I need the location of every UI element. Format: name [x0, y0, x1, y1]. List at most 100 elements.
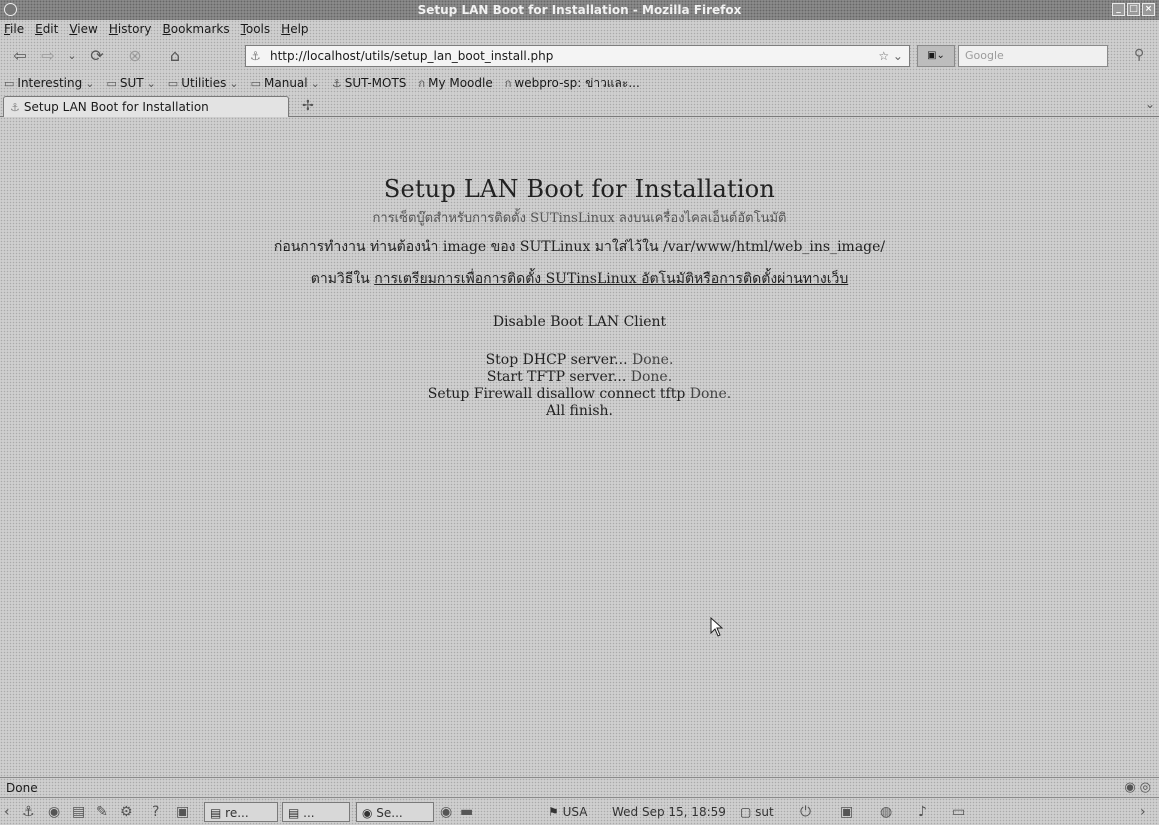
url-bar[interactable]: ⚓ http://localhost/utils/setup_lan_boot_…	[245, 45, 910, 67]
history-dropdown-icon[interactable]: ⌄	[62, 46, 82, 66]
taskbar-scroll-left-icon[interactable]: ‹	[4, 802, 10, 822]
maximize-button[interactable]: □	[1127, 3, 1140, 16]
keyboard-layout[interactable]: ⚑ USA	[548, 802, 587, 822]
bookmark-my-moodle[interactable]: ก My Moodle	[418, 74, 492, 92]
menu-bookmarks[interactable]: Bookmarks	[163, 22, 230, 36]
editor-icon[interactable]: ✎	[96, 802, 108, 822]
chevron-down-icon: ⌄	[310, 76, 320, 90]
help-icon[interactable]: ?	[152, 802, 159, 822]
back-arrow-icon[interactable]: ⇦	[10, 46, 30, 66]
user-menu[interactable]: ▢ sut	[740, 802, 774, 822]
task-label: re...	[225, 806, 249, 820]
status-line: Start TFTP server... Done.	[0, 369, 1159, 386]
menu-view[interactable]: View	[69, 22, 97, 36]
bookmarks-toolbar: ▭ Interesting ⌄ ▭ SUT ⌄ ▭ Utilities ⌄ ▭ …	[0, 72, 1159, 94]
menu-file[interactable]: File	[4, 22, 24, 36]
page-content: Setup LAN Boot for Installation การเซ็ตบ…	[0, 117, 1159, 777]
menu-help[interactable]: Help	[281, 22, 308, 36]
tab-list-chevron-icon[interactable]: ⌄	[1145, 97, 1155, 111]
bookmark-webpro[interactable]: ก webpro-sp: ข่าวและ...	[505, 74, 640, 93]
folder-icon: ▭	[167, 76, 179, 90]
minimize-button[interactable]: _	[1112, 3, 1125, 16]
search-input[interactable]: Google	[958, 45, 1108, 67]
bookmark-star-icon[interactable]: ☆ ⌄	[878, 49, 903, 63]
mouse-pointer-icon	[710, 617, 724, 637]
bookmark-label: SUT-MOTS	[344, 76, 407, 90]
settings-icon[interactable]: ⚙	[120, 802, 133, 822]
tray-minimize-icon[interactable]: ▬	[460, 802, 473, 822]
window-titlebar: Setup LAN Boot for Installation - Mozill…	[0, 0, 1159, 20]
task-label: Se...	[376, 806, 403, 820]
volume-icon[interactable]: ♪	[918, 802, 927, 822]
clock[interactable]: Wed Sep 15, 18:59	[612, 802, 726, 822]
status-label: Setup Firewall disallow connect tftp	[427, 386, 686, 402]
page-subtitle: การเซ็ตบู๊ตสำหรับการติดตั้ง SUTinsLinux …	[372, 211, 787, 226]
folder-icon: ▭	[106, 76, 117, 90]
reload-icon[interactable]: ⟳	[87, 46, 107, 66]
taskbar-scroll-right-icon[interactable]: ›	[1140, 802, 1146, 822]
chevron-down-icon: ⌄	[229, 76, 239, 90]
task-label: ...	[303, 806, 315, 820]
bookmark-label: Manual	[264, 76, 308, 90]
menu-history[interactable]: History	[109, 22, 152, 36]
close-button[interactable]: ×	[1142, 3, 1155, 16]
tab-strip: ⚓ Setup LAN Boot for Installation ✢ ⌄	[0, 94, 1159, 117]
menu-edit[interactable]: Edit	[35, 22, 58, 36]
bookmark-label: Interesting	[17, 76, 83, 90]
status-log: Stop DHCP server... Done. Start TFTP ser…	[0, 352, 1159, 420]
menu-bar: File Edit View History Bookmarks Tools H…	[0, 20, 1159, 38]
taskbar: ‹ ⚓ ◉ ▤ ✎ ⚙ ? ▣ ▤ re... ▤ ... ◉ Se... ◉ …	[0, 797, 1159, 825]
launcher-icon[interactable]: ⚓	[22, 802, 35, 822]
bookmark-sut[interactable]: ▭ SUT ⌄	[106, 76, 155, 90]
bookmark-sut-mots[interactable]: ⚓ SUT-MOTS	[332, 76, 407, 90]
status-label: Start TFTP server...	[486, 369, 627, 385]
instruction-line: ก่อนการทำงาน ท่านต้องนำ image ของ SUTLin…	[273, 239, 886, 255]
bookmark-interesting[interactable]: ▭ Interesting ⌄	[4, 76, 94, 90]
taskbar-task-2[interactable]: ▤ ...	[282, 802, 350, 822]
stop-icon[interactable]: ⊗	[125, 46, 145, 66]
taskbar-task-1[interactable]: ▤ re...	[204, 802, 278, 822]
new-tab-icon[interactable]: ✢	[302, 98, 314, 114]
window-menu-icon[interactable]	[4, 3, 17, 16]
taskbar-task-3[interactable]: ◉ Se...	[356, 802, 434, 822]
terminal-icon[interactable]: ▣	[176, 802, 189, 822]
app-icon[interactable]: ◉	[48, 802, 60, 822]
chevron-down-icon: ⌄	[85, 76, 95, 90]
site-icon: ⚓	[10, 100, 20, 114]
status-bar: Done ◉◎	[0, 777, 1159, 797]
files-icon[interactable]: ▤	[72, 802, 85, 822]
preparation-guide-link[interactable]: การเตรียมการเพื่อการติดตั้ง SUTinsLinux …	[374, 271, 848, 287]
search-placeholder: Google	[965, 49, 1004, 62]
menu-tools[interactable]: Tools	[241, 22, 271, 36]
url-text[interactable]: http://localhost/utils/setup_lan_boot_in…	[270, 49, 553, 63]
window-controls: _ □ ×	[1112, 3, 1155, 16]
status-line: Stop DHCP server... Done.	[0, 352, 1159, 369]
bookmark-utilities[interactable]: ▭ Utilities ⌄	[168, 76, 239, 90]
keyboard-layout-label: USA	[562, 805, 588, 819]
tray-app-icon[interactable]: ◉	[440, 802, 452, 822]
display-icon[interactable]: ▭	[952, 802, 965, 822]
status-label: Stop DHCP server...	[485, 352, 628, 368]
folder-icon: ▭	[4, 76, 15, 90]
tab-label: Setup LAN Boot for Installation	[23, 100, 209, 114]
tab-setup-lan-boot[interactable]: ⚓ Setup LAN Boot for Installation	[3, 96, 289, 117]
folder-icon: ▭	[250, 76, 261, 90]
bookmark-label: My Moodle	[428, 76, 493, 90]
globe-icon[interactable]: ◍	[880, 802, 892, 822]
status-tray-icons[interactable]: ◉◎	[1124, 780, 1155, 795]
navigation-toolbar: ⇦ ⇨ ⌄ ⟳ ⊗ ⌂ ⚓ http://localhost/utils/set…	[0, 38, 1159, 72]
bookmark-manual[interactable]: ▭ Manual ⌄	[251, 76, 320, 90]
network-icon[interactable]: ▣	[840, 802, 853, 822]
status-text: Done	[6, 780, 38, 795]
home-icon[interactable]: ⌂	[165, 46, 185, 66]
keyboard-flag-icon: ⚑	[548, 805, 559, 819]
page-icon: ก	[418, 77, 426, 90]
bookmark-label: webpro-sp: ข่าวและ...	[514, 75, 640, 90]
power-icon[interactable]: ⏻	[800, 802, 811, 822]
status-line: All finish.	[0, 403, 1159, 420]
search-icon[interactable]: ⚲	[1134, 47, 1144, 63]
forward-arrow-icon[interactable]: ⇨	[38, 46, 58, 66]
page-icon: ⚓	[331, 76, 342, 90]
status-result: Done.	[631, 352, 674, 368]
search-engine-selector[interactable]: ▣⌄	[917, 45, 955, 67]
